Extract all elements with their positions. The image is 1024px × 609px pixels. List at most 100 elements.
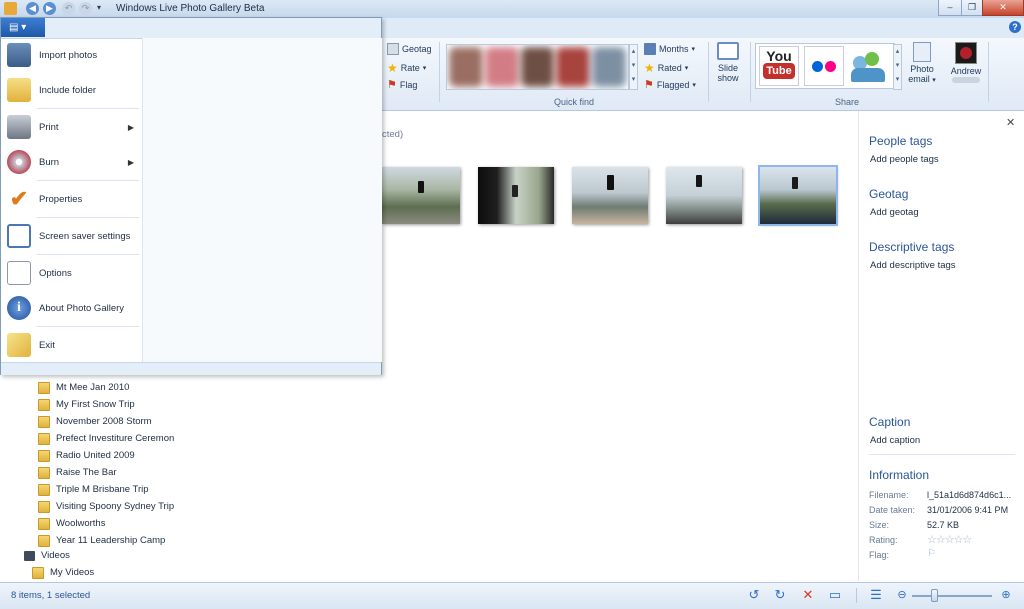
geotag-button[interactable]: Geotag (387, 43, 432, 55)
tree-videos-label: Videos (41, 550, 70, 561)
tree-folder[interactable]: My First Snow Trip (38, 396, 378, 413)
add-geotag-link[interactable]: Add geotag (870, 207, 919, 218)
file-menu-list: Import photos Include folder Print ▶ Bur… (1, 38, 141, 362)
size-label: Size: (869, 520, 890, 530)
delete-icon[interactable]: ✕ (801, 588, 815, 602)
zoom-in-icon[interactable]: ⊕ (999, 588, 1013, 602)
zoom-out-icon[interactable]: ⊖ (895, 588, 909, 602)
flag-button[interactable]: ⚑ Flag (387, 78, 417, 91)
flagged-label: Flagged (656, 79, 690, 90)
star-icon: ★ (644, 61, 655, 75)
tree-folder[interactable]: November 2008 Storm (38, 413, 378, 430)
redo-icon[interactable]: ↷ (79, 2, 92, 15)
close-button[interactable]: ✕ (982, 0, 1024, 16)
add-descriptive-tags-link[interactable]: Add descriptive tags (870, 260, 956, 271)
quick-find-thumbnail[interactable] (449, 47, 483, 87)
groups-share-button[interactable] (849, 46, 889, 86)
chevron-down-icon: ▾ (932, 77, 936, 84)
details-view-icon[interactable]: ☰ (869, 588, 883, 602)
chevron-down-icon: ▾ (684, 65, 689, 72)
photo-email-icon (913, 42, 931, 62)
quick-find-thumbnail[interactable] (592, 47, 626, 87)
maximize-button[interactable]: ❐ (961, 0, 983, 16)
tree-folder[interactable]: Triple M Brisbane Trip (38, 481, 378, 498)
menu-item-properties[interactable]: ✔ Properties (1, 182, 141, 216)
slide-show-button[interactable]: Slide show (713, 42, 743, 83)
menu-item-screen-saver-settings[interactable]: Screen saver settings (1, 219, 141, 253)
forward-icon[interactable]: ▶ (43, 2, 56, 15)
undo-icon[interactable]: ↶ (62, 2, 75, 15)
slide-show-icon[interactable]: ▭ (828, 588, 842, 602)
flickr-share-button[interactable] (804, 46, 844, 86)
quick-find-thumbnail[interactable] (484, 47, 519, 87)
tree-folder-label: Visiting Spoony Sydney Trip (56, 501, 175, 512)
tree-folder[interactable]: Visiting Spoony Sydney Trip (38, 498, 378, 515)
photo-thumbnail[interactable] (382, 167, 460, 224)
rate-button[interactable]: ★ Rate ▾ (387, 61, 426, 75)
back-icon[interactable]: ◀ (26, 2, 39, 15)
tree-folder-label: Radio United 2009 (56, 450, 135, 461)
tree-folder[interactable]: Woolworths (38, 515, 378, 532)
tree-folder[interactable]: Year 11 Leadership Camp (38, 532, 378, 549)
menu-item-print[interactable]: Print ▶ (1, 110, 141, 144)
photo-thumbnail[interactable] (478, 167, 554, 224)
menu-item-about-photo-gallery[interactable]: i About Photo Gallery (1, 291, 141, 325)
menu-item-import-photos[interactable]: Import photos (1, 38, 141, 72)
zoom-slider-handle[interactable] (931, 589, 938, 602)
tree-my-videos[interactable]: My Videos (32, 564, 94, 581)
rating-stars[interactable]: ☆☆☆☆☆ (927, 533, 972, 546)
folder-icon (38, 381, 50, 394)
add-people-tags-link[interactable]: Add people tags (870, 154, 939, 165)
date-taken-value[interactable]: 31/01/2006 9:41 PM (927, 505, 1008, 515)
menu-item-burn[interactable]: Burn ▶ (1, 145, 141, 179)
geotag-heading: Geotag (869, 187, 909, 201)
rated-button[interactable]: ★ Rated ▾ (644, 61, 688, 75)
folder-icon (38, 466, 50, 479)
flag-toggle-icon[interactable]: ⚐ (927, 548, 936, 559)
quick-find-thumbnails[interactable] (446, 44, 629, 90)
zoom-slider-track[interactable] (912, 595, 992, 597)
flickr-blue-dot-icon (812, 61, 823, 72)
app-icon (4, 2, 17, 15)
file-menu-button[interactable]: ▤ ▾ (1, 18, 45, 37)
youtube-share-button[interactable]: You Tube (759, 46, 799, 86)
gallery-scroll[interactable]: ▴ ▾ ▾ (629, 44, 638, 90)
tree-folder[interactable]: Prefect Investiture Ceremon (38, 430, 378, 447)
folder-icon (32, 566, 44, 579)
rotate-left-icon[interactable]: ↺ (747, 588, 761, 602)
rating-label: Rating: (869, 535, 898, 545)
user-button[interactable]: Andrew (946, 42, 986, 83)
add-caption-link[interactable]: Add caption (870, 435, 920, 446)
ribbon-separator (750, 42, 751, 102)
window-title: Windows Live Photo Gallery Beta (116, 3, 265, 14)
file-menu: ▤ ▾ Import photos Include folder Print ▶… (0, 17, 382, 375)
flagged-button[interactable]: ⚑ Flagged ▾ (644, 78, 696, 91)
help-icon[interactable]: ? (1009, 21, 1021, 33)
quick-find-group-label: Quick find (553, 97, 595, 107)
months-label: Months (659, 44, 689, 54)
tree-folder[interactable]: Raise The Bar (38, 464, 378, 481)
photo-thumbnail[interactable] (666, 167, 742, 224)
flag-icon: ⚑ (644, 79, 654, 91)
close-pane-icon[interactable]: ✕ (1006, 116, 1015, 129)
avatar-image (960, 47, 972, 59)
minimize-button[interactable]: – (938, 0, 962, 16)
quick-access-dropdown-icon[interactable]: ▾ (97, 3, 101, 12)
share-gallery-scroll[interactable]: ▴ ▾ ▾ (893, 44, 902, 90)
filename-value[interactable]: l_51a1d6d874d6c1... (927, 490, 1011, 500)
rotate-right-icon[interactable]: ↻ (773, 588, 787, 602)
tree-folder[interactable]: Radio United 2009 (38, 447, 378, 464)
menu-item-exit[interactable]: Exit (1, 328, 141, 362)
menu-item-include-folder[interactable]: Include folder (1, 73, 141, 107)
quick-find-thumbnail[interactable] (556, 47, 591, 87)
months-button[interactable]: Months ▾ (644, 43, 695, 55)
quick-find-thumbnail[interactable] (520, 47, 555, 87)
photo-thumbnail[interactable] (572, 167, 648, 224)
printer-icon (7, 115, 31, 139)
tree-folder[interactable]: Mt Mee Jan 2010 (38, 379, 378, 396)
submenu-arrow-icon: ▶ (127, 157, 134, 167)
tree-videos[interactable]: Videos (24, 547, 70, 564)
photo-email-button[interactable]: Photo email ▾ (906, 42, 938, 86)
menu-item-options[interactable]: Options (1, 256, 141, 290)
photo-thumbnail-selected[interactable] (758, 165, 838, 226)
